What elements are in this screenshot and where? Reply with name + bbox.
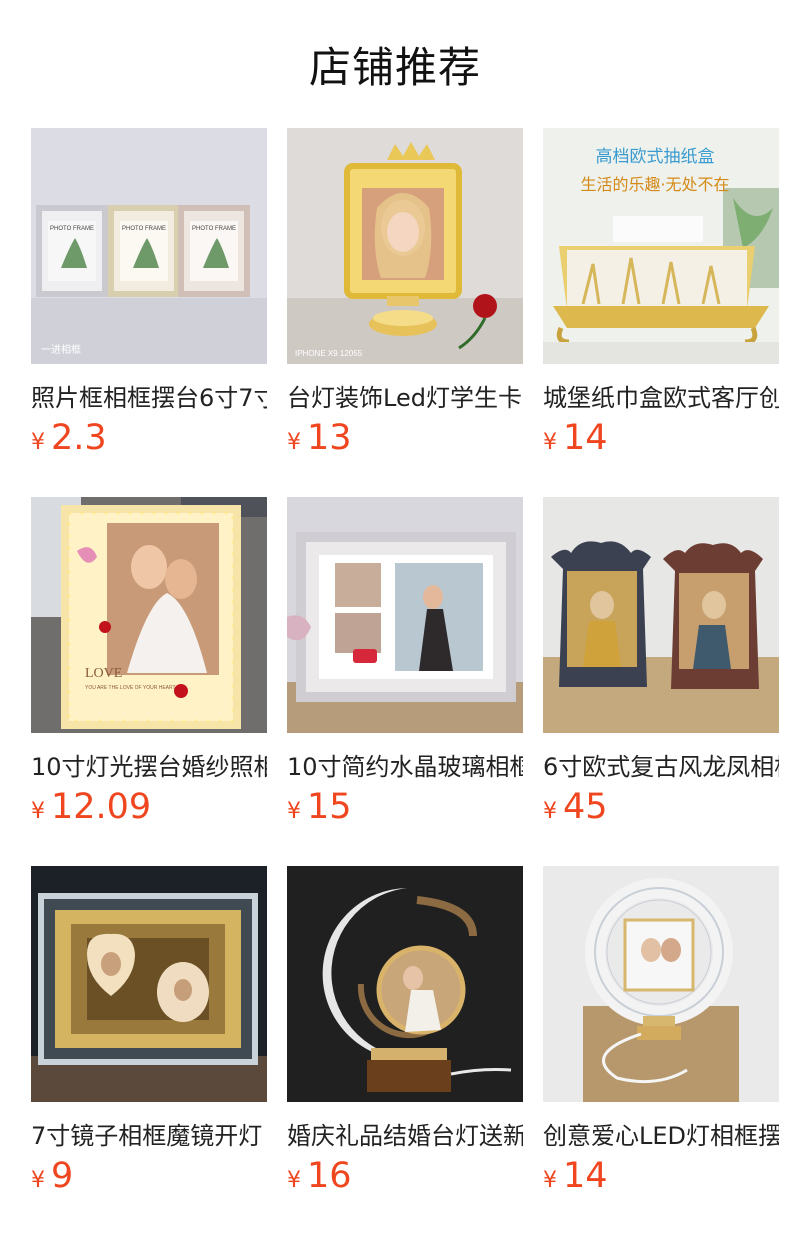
product-image[interactable]: PHOTO FRAME PHOTO FRAME PHOTO FRAME 一进相框 bbox=[31, 128, 267, 364]
product-name[interactable]: 创意爱心LED灯相框摆台 bbox=[543, 1116, 779, 1150]
price-value: 45 bbox=[563, 787, 608, 827]
product-image[interactable] bbox=[543, 497, 779, 733]
currency-symbol: ¥ bbox=[543, 430, 557, 455]
product-image[interactable] bbox=[287, 866, 523, 1102]
image-headline: 高档欧式抽纸盒 bbox=[596, 147, 715, 167]
price-value: 2.3 bbox=[51, 418, 107, 458]
product-price: ¥9 bbox=[31, 1156, 73, 1200]
product-image[interactable]: IPHONE X9 12055 bbox=[287, 128, 523, 364]
currency-symbol: ¥ bbox=[287, 799, 301, 824]
price-value: 14 bbox=[563, 418, 608, 458]
price-value: 15 bbox=[307, 787, 352, 827]
currency-symbol: ¥ bbox=[287, 1168, 301, 1193]
product-price: ¥15 bbox=[287, 787, 352, 831]
currency-symbol: ¥ bbox=[287, 430, 301, 455]
product-image[interactable]: LOVE YOU ARE THE LOVE OF YOUR HEART bbox=[31, 497, 267, 733]
image-text: PHOTO FRAME bbox=[122, 226, 166, 232]
product-card[interactable]: PHOTO FRAME PHOTO FRAME PHOTO FRAME 一进相框… bbox=[31, 128, 267, 458]
price-value: 13 bbox=[307, 418, 352, 458]
product-price: ¥2.3 bbox=[31, 418, 107, 462]
price-value: 14 bbox=[563, 1156, 608, 1196]
page-title: 店铺推荐 bbox=[308, 43, 481, 92]
product-price: ¥14 bbox=[543, 1156, 608, 1200]
product-image[interactable] bbox=[543, 866, 779, 1102]
currency-symbol: ¥ bbox=[31, 1168, 45, 1193]
product-image[interactable]: 高档欧式抽纸盒 生活的乐趣·无处不在 bbox=[543, 128, 779, 364]
product-name[interactable]: 10寸灯光摆台婚纱照相框 bbox=[31, 747, 267, 781]
product-row: LOVE YOU ARE THE LOVE OF YOUR HEART 10寸灯… bbox=[31, 497, 790, 837]
currency-symbol: ¥ bbox=[543, 1168, 557, 1193]
product-name[interactable]: 婚庆礼品结婚台灯送新人 bbox=[287, 1116, 523, 1150]
product-card[interactable]: IPHONE X9 12055 台灯装饰Led灯学生卡通 ¥13 bbox=[287, 128, 523, 458]
product-name[interactable]: 7寸镜子相框魔镜开灯 bbox=[31, 1116, 267, 1150]
image-text: PHOTO FRAME bbox=[192, 226, 236, 232]
product-price: ¥13 bbox=[287, 418, 352, 462]
product-price: ¥12.09 bbox=[31, 787, 151, 831]
product-price: ¥14 bbox=[543, 418, 608, 462]
product-price: ¥45 bbox=[543, 787, 608, 831]
shop-recommend-page: 店铺推荐 PHOTO FRAME PHOTO FRAME PHOTO FRAME… bbox=[0, 0, 790, 1236]
product-card[interactable]: LOVE YOU ARE THE LOVE OF YOUR HEART 10寸灯… bbox=[31, 497, 267, 827]
image-text: PHOTO FRAME bbox=[50, 226, 94, 232]
image-text: LOVE bbox=[85, 666, 122, 681]
product-name[interactable]: 6寸欧式复古风龙凤相框 bbox=[543, 747, 779, 781]
currency-symbol: ¥ bbox=[31, 430, 45, 455]
product-card[interactable]: 婚庆礼品结婚台灯送新人 ¥16 bbox=[287, 866, 523, 1196]
product-row: 7寸镜子相框魔镜开灯 ¥9 婚庆礼品结婚台灯送新 ¥ 16 创意爱心LED灯相框… bbox=[31, 866, 790, 1206]
product-card[interactable]: 6寸欧式复古风龙凤相框 ¥45 bbox=[543, 497, 779, 827]
product-image[interactable] bbox=[287, 497, 523, 733]
price-value: 12.09 bbox=[51, 787, 152, 827]
currency-symbol: ¥ bbox=[31, 799, 45, 824]
image-subline: 生活的乐趣·无处不在 bbox=[580, 175, 729, 194]
product-name[interactable]: 城堡纸巾盒欧式客厅创意 bbox=[543, 378, 779, 412]
product-name[interactable]: 台灯装饰Led灯学生卡通 bbox=[287, 378, 523, 412]
product-card[interactable]: 创意爱心LED灯相框摆台 ¥14 bbox=[543, 866, 779, 1196]
product-card[interactable]: 7寸镜子相框魔镜开灯 ¥9 bbox=[31, 866, 267, 1196]
image-subtext: YOU ARE THE LOVE OF YOUR HEART bbox=[85, 685, 176, 691]
product-name[interactable]: 照片框相框摆台6寸7寸 bbox=[31, 378, 267, 412]
currency-symbol: ¥ bbox=[543, 799, 557, 824]
image-watermark: IPHONE X9 12055 bbox=[295, 349, 363, 358]
product-card[interactable]: 10寸简约水晶玻璃相框摆台 ¥15 bbox=[287, 497, 523, 827]
product-image[interactable] bbox=[31, 866, 267, 1102]
product-price: ¥16 bbox=[287, 1156, 352, 1200]
price-value: 16 bbox=[307, 1156, 352, 1196]
product-card[interactable]: 高档欧式抽纸盒 生活的乐趣·无处不在 城堡纸巾盒欧式客厅创意 ¥14 bbox=[543, 128, 779, 458]
product-row: PHOTO FRAME PHOTO FRAME PHOTO FRAME 一进相框… bbox=[31, 128, 790, 468]
image-watermark: 一进相框 bbox=[41, 343, 81, 356]
product-name[interactable]: 10寸简约水晶玻璃相框摆台 bbox=[287, 747, 523, 781]
price-value: 9 bbox=[51, 1156, 74, 1196]
